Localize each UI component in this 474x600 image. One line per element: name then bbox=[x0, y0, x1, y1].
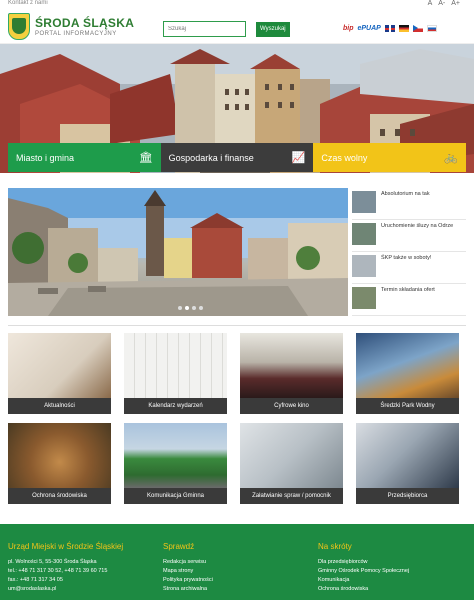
site-logo[interactable]: ŚRODA ŚLĄSKA PORTAL INFORMACYJNY bbox=[8, 13, 134, 40]
footer-link[interactable]: Gminny Ośrodek Pomocy Społecznej bbox=[318, 567, 468, 576]
font-normal-button[interactable]: A bbox=[428, 0, 433, 7]
footer-link[interactable]: Redakcja serwisu bbox=[163, 558, 303, 567]
cinema-audience-image bbox=[240, 333, 343, 398]
footer-shortcuts-title: Na skróty bbox=[318, 542, 352, 551]
flag-german-icon[interactable] bbox=[398, 25, 409, 32]
water-park-building-image bbox=[356, 333, 459, 398]
tile-label: Ochrona środowiska bbox=[8, 488, 111, 504]
slider-dot-active[interactable] bbox=[185, 306, 189, 310]
coat-of-arms-icon bbox=[8, 13, 30, 40]
slider-dot[interactable] bbox=[178, 306, 182, 310]
search-form: Wyszukaj bbox=[163, 21, 290, 37]
quick-links-grid: Aktualności Kalendarz wydarzeń Cyfrowe k… bbox=[8, 333, 466, 504]
news-title: Absolutorium na tak bbox=[381, 191, 430, 197]
tile-environment-protection[interactable]: Ochrona środowiska bbox=[8, 423, 111, 504]
tile-digital-cinema[interactable]: Cyfrowe kino bbox=[240, 333, 343, 414]
slider-pagination bbox=[178, 306, 203, 310]
font-size-controls: A A- A+ bbox=[428, 0, 460, 7]
footer-link[interactable]: Ochrona środowiska bbox=[318, 585, 468, 594]
town-square-image bbox=[8, 188, 348, 316]
news-thumbnail bbox=[352, 255, 376, 277]
slider-dot[interactable] bbox=[192, 306, 196, 310]
font-smaller-button[interactable]: A- bbox=[438, 0, 445, 7]
newspaper-coffee-image bbox=[8, 333, 111, 398]
tile-label: Średzki Park Wodny bbox=[356, 398, 459, 414]
chart-up-icon: 📈 bbox=[291, 152, 306, 164]
news-title: Termin składania ofert bbox=[381, 287, 435, 293]
footer-link[interactable]: Strona archiwalna bbox=[163, 585, 303, 594]
news-list: Absolutorium na tak Uruchomienie śluzy n… bbox=[352, 188, 466, 316]
flag-czech-icon[interactable] bbox=[412, 25, 423, 32]
footer-shortcuts-column: Na skróty Dla przedsiębiorców Gminny Ośr… bbox=[318, 542, 468, 594]
tile-public-transport[interactable]: Komunikacja Gminna bbox=[124, 423, 227, 504]
bank-icon: 🏛 bbox=[138, 152, 153, 164]
bip-link[interactable]: bip bbox=[343, 25, 354, 32]
list-item[interactable]: Termin składania ofert bbox=[352, 284, 466, 316]
footer-link[interactable]: Dla przedsiębiorców bbox=[318, 558, 468, 567]
footer-link[interactable]: Komunikacja bbox=[318, 576, 468, 585]
footer-office-title: Urząd Miejski w Środzie Śląskiej bbox=[8, 542, 124, 551]
tab-label: Czas wolny bbox=[321, 152, 368, 163]
tile-events-calendar[interactable]: Kalendarz wydarzeń bbox=[124, 333, 227, 414]
calendar-image bbox=[124, 333, 227, 398]
footer-phone: tel.: +48 71 317 30 52, +48 71 39 60 715 bbox=[8, 568, 108, 574]
footer-address: pl. Wolności 5, 55-300 Środa Śląska bbox=[8, 559, 97, 565]
footer-office-column: Urząd Miejski w Środzie Śląskiej pl. Wol… bbox=[8, 542, 158, 594]
slider-dot[interactable] bbox=[199, 306, 203, 310]
flag-english-icon[interactable] bbox=[384, 25, 395, 32]
footer-check-column: Sprawdź Redakcja serwisu Mapa strony Pol… bbox=[163, 542, 303, 594]
tile-water-park[interactable]: Średzki Park Wodny bbox=[356, 333, 459, 414]
tile-label: Kalendarz wydarzeń bbox=[124, 398, 227, 414]
green-buses-image bbox=[124, 423, 227, 488]
tile-label: Przedsiębiorca bbox=[356, 488, 459, 504]
search-button[interactable]: Wyszukaj bbox=[256, 21, 290, 37]
tab-economy-and-finance[interactable]: Gospodarka i finanse 📈 bbox=[160, 143, 314, 172]
contact-link[interactable]: Kontakt z nami bbox=[8, 0, 48, 6]
news-thumbnail bbox=[352, 191, 376, 213]
bicycle-icon: 🚲 bbox=[444, 152, 459, 164]
hands-seedling-image bbox=[8, 423, 111, 488]
handshake-image bbox=[240, 423, 343, 488]
list-item[interactable]: Absolutorium na tak bbox=[352, 188, 466, 220]
tile-news[interactable]: Aktualności bbox=[8, 333, 111, 414]
tab-label: Miasto i gmina bbox=[16, 152, 75, 163]
footer-link[interactable]: Polityka prywatności bbox=[163, 576, 303, 585]
news-title: ŚKP także w soboty! bbox=[381, 255, 432, 261]
flag-russian-icon[interactable] bbox=[426, 25, 437, 32]
section-divider bbox=[8, 325, 466, 326]
tile-label: Załatwianie spraw / pomocnik bbox=[240, 488, 343, 504]
tab-leisure[interactable]: Czas wolny 🚲 bbox=[313, 143, 467, 172]
service-links: bip ePUAP bbox=[343, 25, 437, 32]
footer-link[interactable]: Mapa strony bbox=[163, 567, 303, 576]
list-item[interactable]: Uruchomienie śluzy na Odrze bbox=[352, 220, 466, 252]
business-meeting-image bbox=[356, 423, 459, 488]
news-thumbnail bbox=[352, 287, 376, 309]
news-thumbnail bbox=[352, 223, 376, 245]
news-title: Uruchomienie śluzy na Odrze bbox=[381, 223, 454, 229]
list-item[interactable]: ŚKP także w soboty! bbox=[352, 252, 466, 284]
footer-check-title: Sprawdź bbox=[163, 542, 195, 551]
tile-label: Aktualności bbox=[8, 398, 111, 414]
footer-fax: fax.: +48 71 317 34 05 bbox=[8, 577, 63, 583]
utility-bar: Kontakt z nami A A- A+ bbox=[0, 0, 474, 10]
site-footer: Urząd Miejski w Środzie Śląskiej pl. Wol… bbox=[0, 524, 474, 600]
site-title: ŚRODA ŚLĄSKA bbox=[35, 16, 135, 30]
tile-label: Cyfrowe kino bbox=[240, 398, 343, 414]
photo-slider[interactable] bbox=[8, 188, 348, 316]
epuap-link[interactable]: ePUAP bbox=[358, 25, 381, 32]
search-input[interactable] bbox=[163, 21, 246, 37]
tab-label: Gospodarka i finanse bbox=[168, 152, 254, 163]
site-header: ŚRODA ŚLĄSKA PORTAL INFORMACYJNY Wyszuka… bbox=[0, 10, 474, 57]
category-tabs: Miasto i gmina 🏛 Gospodarka i finanse 📈 … bbox=[8, 143, 467, 172]
tile-label: Komunikacja Gminna bbox=[124, 488, 227, 504]
tab-city-and-commune[interactable]: Miasto i gmina 🏛 bbox=[8, 143, 161, 172]
tile-handling-matters[interactable]: Załatwianie spraw / pomocnik bbox=[240, 423, 343, 504]
tile-entrepreneur[interactable]: Przedsiębiorca bbox=[356, 423, 459, 504]
site-subtitle: PORTAL INFORMACYJNY bbox=[35, 31, 117, 37]
footer-email-link[interactable]: um@srodaslaska.pl bbox=[8, 585, 158, 594]
font-larger-button[interactable]: A+ bbox=[451, 0, 460, 7]
